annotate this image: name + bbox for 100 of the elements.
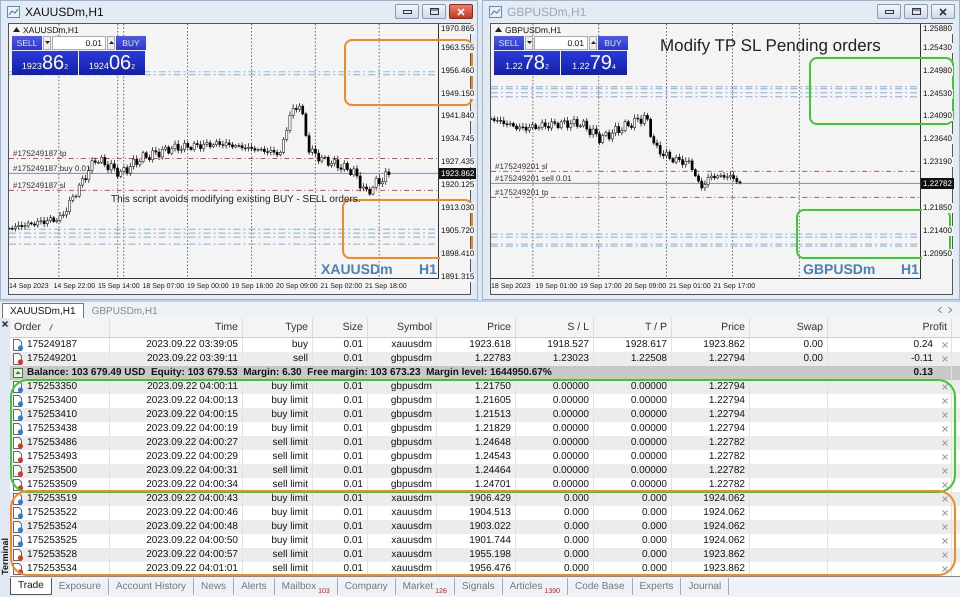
table-cell: 2023.09.22 04:00:27 — [146, 438, 238, 448]
table-cell: 0.01 — [344, 508, 363, 518]
table-cell: 0.01 — [344, 438, 363, 448]
tab[interactable]: News — [194, 578, 234, 595]
table-cell: 0.01 — [344, 396, 363, 406]
table-cell: xauusdm — [391, 340, 432, 350]
symbol-watermark: XAUUSDm — [321, 260, 393, 277]
table-cell: gbpusdm — [390, 424, 432, 434]
table-cell: 0.13 — [914, 368, 933, 378]
table-cell: 1.24543 — [474, 452, 511, 462]
table-cell: 1924.062 — [703, 522, 745, 532]
tab[interactable]: Exposure — [52, 578, 110, 595]
table-cell: 175249187 — [27, 340, 78, 350]
column-header[interactable]: Symbol — [396, 321, 432, 334]
tab[interactable]: Journal — [681, 578, 730, 595]
column-header[interactable]: Swap — [796, 321, 823, 334]
table-cell: 1.22794 — [708, 382, 745, 392]
table-cell: gbpusdm — [390, 438, 432, 448]
table-cell: 2023.09.22 04:00:31 — [146, 466, 238, 476]
tab[interactable]: Signals — [454, 578, 503, 595]
buy-button[interactable]: BUY — [598, 36, 628, 50]
tab[interactable]: Alerts — [234, 578, 275, 595]
table-cell: 2023.09.22 04:00:19 — [146, 424, 238, 434]
table-cell: 1.24464 — [474, 466, 511, 476]
table-cell: 175253410 — [27, 410, 78, 420]
tab[interactable]: Company — [338, 578, 396, 595]
current-price-label: 1.22782 — [921, 178, 954, 189]
table-cell: 1.22794 — [708, 396, 745, 406]
table-cell: 1.22782 — [708, 480, 745, 490]
table-cell: 1923.862 — [703, 340, 745, 350]
column-header[interactable]: Price — [487, 321, 511, 334]
tab[interactable]: Account History — [109, 578, 194, 595]
column-header[interactable]: Type — [285, 321, 308, 334]
sell-button[interactable]: SELL — [494, 36, 524, 50]
table-cell: 0.000 — [642, 564, 667, 574]
panel-title: Terminal — [0, 538, 10, 575]
table-cell: 0.00000 — [552, 424, 589, 434]
chart-caption: Modify TP SL Pending orders — [660, 36, 881, 56]
table-cell: 175253528 — [27, 550, 78, 560]
table-cell: 2023.09.22 04:00:50 — [146, 536, 238, 546]
table-cell: 175253486 — [27, 438, 78, 448]
account-summary: Balance: 103 679.49 USD Equity: 103 679.53 Margin: 6.30 Free margin: 103 673.23 Margin level: 1644950.67% — [27, 367, 552, 378]
table-cell: 1923.862 — [703, 550, 745, 560]
table-cell: 0.000 — [642, 550, 667, 560]
table-cell: 175253509 — [27, 480, 78, 490]
table-cell: 175253525 — [27, 536, 78, 546]
column-header[interactable]: S / L — [567, 321, 589, 334]
table-cell: xauusdm — [391, 522, 432, 532]
column-header[interactable]: Price — [721, 321, 745, 334]
column-header[interactable]: Size — [342, 321, 363, 334]
column-header[interactable]: Time — [215, 321, 238, 334]
table-cell: 1928.617 — [625, 340, 667, 350]
price-tick: 1905.720 — [440, 226, 476, 236]
table-cell: xauusdm — [391, 494, 432, 504]
order-line-label: #175249201 sl — [495, 162, 548, 171]
symbol-watermark: GBPUSDm — [803, 260, 876, 277]
lot-size-field[interactable]: 0.01 — [534, 36, 588, 50]
table-cell: 0.01 — [344, 480, 363, 490]
price-tick: 1.25880 — [922, 24, 953, 34]
price-tick: 1934.745 — [440, 134, 476, 144]
table-cell: 0.01 — [344, 424, 363, 434]
table-cell: 0.000 — [564, 564, 589, 574]
tab[interactable]: Trade — [10, 578, 52, 595]
chart-tab[interactable]: XAUUSDm,H1 — [2, 303, 84, 318]
table-cell: sell limit — [272, 438, 308, 448]
table-cell: 1.22782 — [708, 438, 745, 448]
price-tick: 1.24090 — [922, 111, 953, 122]
column-header[interactable]: T / P — [645, 321, 667, 334]
buy-button[interactable]: BUY — [116, 36, 146, 50]
table-cell: 0.000 — [642, 494, 667, 504]
table-cell: 0.01 — [344, 494, 363, 504]
table-cell: 1924.062 — [703, 494, 745, 504]
price-tick: 1.21850 — [922, 203, 953, 214]
table-cell: 0.00000 — [552, 382, 589, 392]
table-cell: 1904.513 — [469, 508, 511, 518]
table-cell: 2023.09.22 03:39:05 — [146, 340, 238, 350]
table-cell: gbpusdm — [390, 354, 432, 364]
table-cell: 2023.09.22 04:01:01 — [146, 564, 238, 574]
tab[interactable]: Experts — [632, 578, 682, 595]
lot-size-field[interactable]: 0.01 — [52, 36, 106, 50]
table-cell: 2023.09.22 04:00:11 — [146, 382, 238, 392]
table-cell: 1.24701 — [474, 480, 511, 490]
column-header[interactable]: Profit — [922, 321, 947, 334]
table-cell: buy — [292, 340, 308, 350]
table-cell: 0.00000 — [630, 382, 667, 392]
price-tick: 1920.125 — [440, 180, 476, 190]
table-cell: 0.01 — [344, 522, 363, 532]
column-header[interactable]: Order — [14, 321, 41, 334]
tab[interactable]: Code Base — [568, 578, 633, 595]
table-cell: 2023.09.22 04:00:46 — [146, 508, 238, 518]
sell-button[interactable]: SELL — [12, 36, 42, 50]
table-cell: 1924.062 — [703, 536, 745, 546]
table-cell: 0.24 — [914, 340, 933, 350]
table-cell: 0.00 — [804, 354, 823, 364]
table-cell: 1.22782 — [708, 452, 745, 462]
order-line-label: #175249187 sl — [13, 180, 66, 190]
table-cell: 2023.09.22 03:39:11 — [146, 354, 238, 364]
table-cell: 1.21605 — [474, 396, 511, 406]
current-price-label: 1923.862 — [439, 168, 476, 179]
table-cell: 175253500 — [27, 466, 78, 476]
